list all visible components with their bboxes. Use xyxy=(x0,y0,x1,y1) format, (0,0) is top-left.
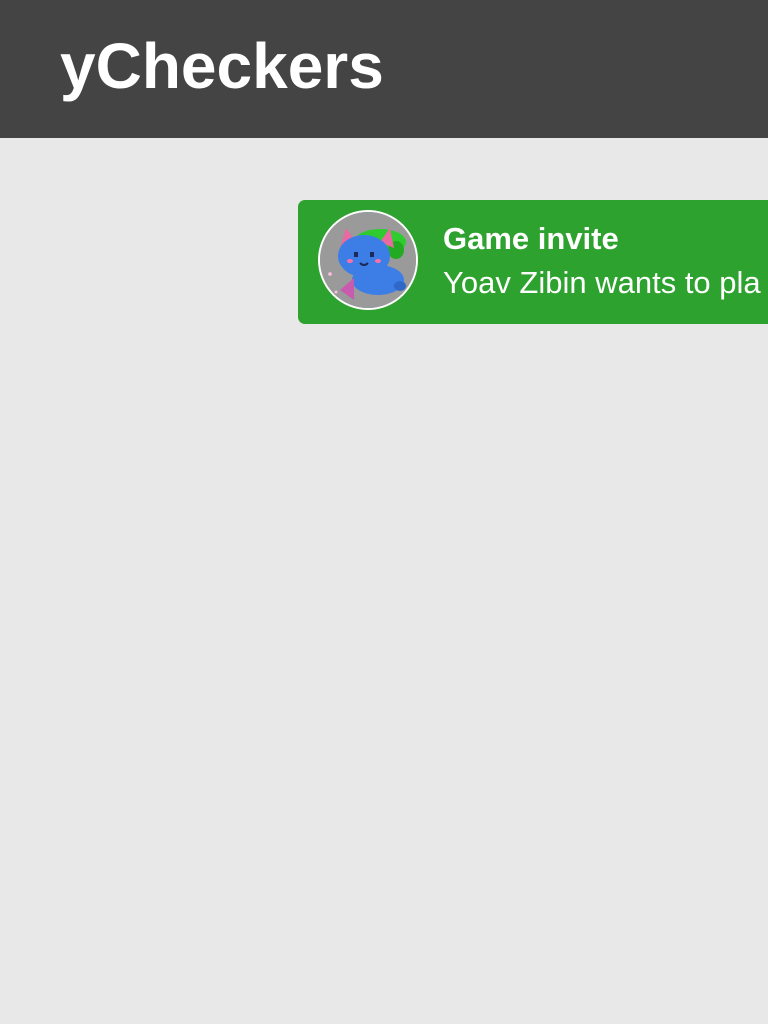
main-content: Game invite Yoav Zibin wants to pla xyxy=(0,138,768,1024)
avatar xyxy=(318,210,418,310)
notification-message: Yoav Zibin wants to pla xyxy=(443,265,761,300)
blue-creature-avatar-icon xyxy=(320,212,416,308)
game-invite-notification[interactable]: Game invite Yoav Zibin wants to pla xyxy=(298,200,768,324)
notification-title: Game invite xyxy=(443,221,619,256)
app-title: yCheckers xyxy=(60,30,384,102)
app-header: yCheckers xyxy=(0,0,768,138)
